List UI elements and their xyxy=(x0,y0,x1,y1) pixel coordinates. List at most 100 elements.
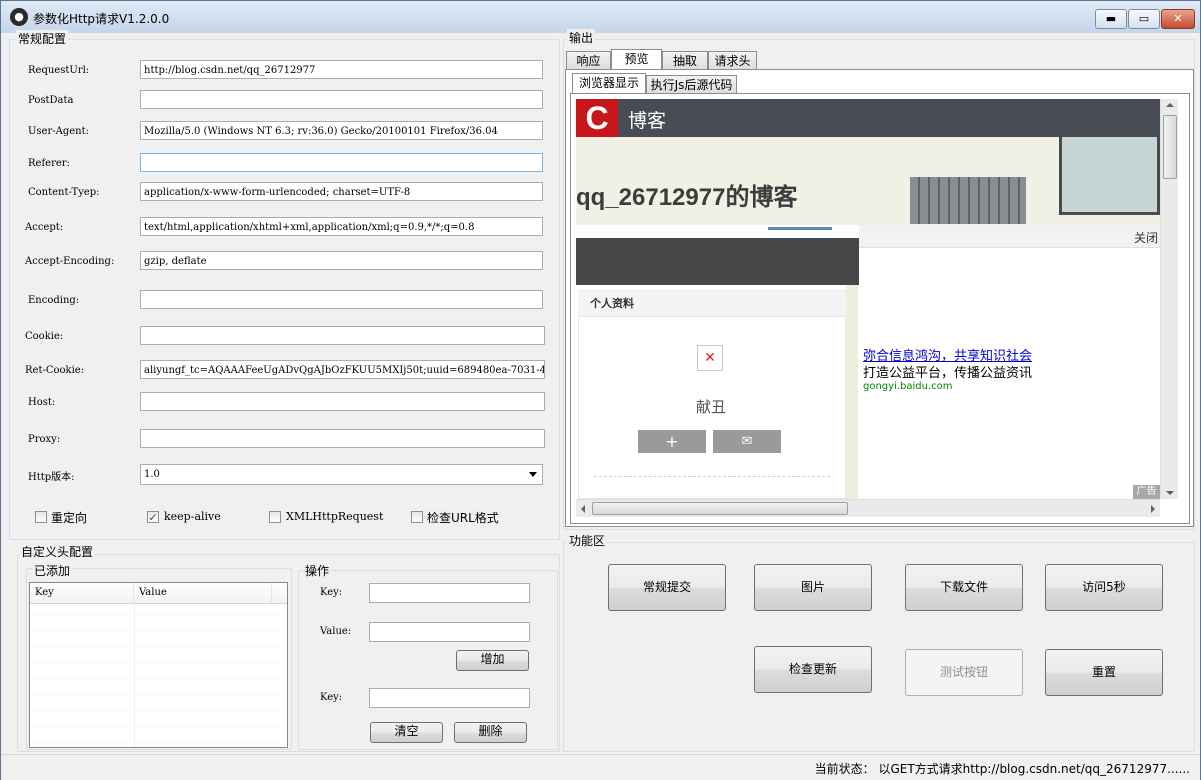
ops-label: 操作 xyxy=(303,562,332,579)
tab-extract[interactable]: 抽取 xyxy=(662,51,708,70)
ret-cookie-input[interactable]: aliyungf_tc=AQAAAFeeUgADvQgAJbOzFKUU5MXI… xyxy=(140,360,545,379)
ad-close-bar xyxy=(859,225,1160,248)
ad-close-link[interactable]: 关闭 xyxy=(1134,229,1158,246)
status-bar: 当前状态： 以GET方式请求http://blog.csdn.net/qq_26… xyxy=(1,754,1200,780)
redirect-checkbox[interactable] xyxy=(35,511,47,523)
maximize-button[interactable]: ▭ xyxy=(1128,9,1160,29)
request-url-label: RequestUrl: xyxy=(28,65,90,76)
host-input[interactable] xyxy=(140,392,545,411)
content-type-input[interactable]: application/x-www-form-urlencoded; chars… xyxy=(140,182,543,201)
delete-button[interactable]: 删除 xyxy=(454,722,527,743)
general-config-label: 常规配置 xyxy=(16,30,69,47)
keep-alive-label: keep-alive xyxy=(164,510,221,523)
column-divider xyxy=(134,603,135,747)
proxy-label: Proxy: xyxy=(28,434,61,445)
subtab-js-source[interactable]: 执行Js后源代码 xyxy=(646,75,737,94)
scroll-up-icon[interactable] xyxy=(1166,103,1174,107)
csdn-logo[interactable]: C xyxy=(576,99,618,137)
added-label: 已添加 xyxy=(32,562,73,579)
ret-cookie-label: Ret-Cookie: xyxy=(25,365,85,376)
post-data-label: PostData xyxy=(28,95,74,106)
reset-button[interactable]: 重置 xyxy=(1045,649,1163,696)
vertical-scroll-thumb[interactable] xyxy=(1163,115,1177,179)
cookie-label: Cookie: xyxy=(25,331,64,342)
keep-alive-checkbox[interactable]: ✓ xyxy=(147,511,159,523)
scroll-left-icon[interactable] xyxy=(581,505,585,513)
nav-bar xyxy=(576,238,859,285)
csdn-brand[interactable]: 博客 xyxy=(628,106,666,133)
broken-image-icon[interactable]: ✕ xyxy=(697,345,723,371)
status-text: 当前状态： 以GET方式请求http://blog.csdn.net/qq_26… xyxy=(814,762,1190,776)
accept-input[interactable]: text/html,application/xhtml+xml,applicat… xyxy=(140,217,543,236)
close-button[interactable]: ✕ xyxy=(1161,9,1195,29)
normal-submit-button[interactable]: 常规提交 xyxy=(608,564,726,611)
window-title: 参数化Http请求V1.2.0.0 xyxy=(33,12,170,26)
http-version-value: 1.0 xyxy=(144,469,160,480)
browser-horizontal-scrollbar[interactable] xyxy=(576,499,1160,517)
visit-5s-button[interactable]: 访问5秒 xyxy=(1045,564,1163,611)
proxy-input[interactable] xyxy=(140,429,545,448)
content-type-label: Content-Tyep: xyxy=(28,187,100,198)
tab-response[interactable]: 响应 xyxy=(566,51,611,70)
post-data-input[interactable] xyxy=(140,90,543,109)
user-agent-label: User-Agent: xyxy=(28,126,90,137)
check-url-checkbox[interactable] xyxy=(411,511,423,523)
delete-key-input[interactable] xyxy=(369,688,530,708)
browser-view[interactable]: C 博客 qq_26712977的博客 关闭 个人资料 ✕ 献丑 + ✉ 弥合信… xyxy=(576,99,1160,499)
cookie-input[interactable] xyxy=(140,326,545,345)
banner-servers-image xyxy=(910,177,1026,224)
referer-input[interactable] xyxy=(140,153,543,172)
column-key[interactable]: Key xyxy=(30,583,134,603)
banner-monitor-image xyxy=(1059,137,1160,215)
header-value-label: Value: xyxy=(320,626,352,637)
browser-vertical-scrollbar[interactable] xyxy=(1160,99,1178,499)
tab-preview[interactable]: 预览 xyxy=(611,49,662,70)
check-update-button[interactable]: 检查更新 xyxy=(754,646,872,693)
accept-label: Accept: xyxy=(25,222,64,233)
http-version-label: Http版本: xyxy=(28,472,75,483)
ad-badge: 广告 xyxy=(1133,485,1160,499)
follow-plus-icon[interactable]: + xyxy=(638,430,706,453)
request-url-input[interactable]: http://blog.csdn.net/qq_26712977 xyxy=(140,60,543,79)
encoding-label: Encoding: xyxy=(28,295,80,306)
test-button[interactable]: 测试按钮 xyxy=(905,649,1023,696)
horizontal-scroll-thumb[interactable] xyxy=(592,502,848,515)
add-header-button[interactable]: 增加 xyxy=(456,650,529,671)
user-agent-input[interactable]: Mozilla/5.0 (Windows NT 6.3; rv:36.0) Ge… xyxy=(140,121,543,140)
chevron-down-icon xyxy=(529,472,537,477)
clear-button[interactable]: 清空 xyxy=(370,722,443,743)
accept-encoding-label: Accept-Encoding: xyxy=(25,256,115,267)
image-button[interactable]: 图片 xyxy=(754,564,872,611)
minimize-button[interactable]: ▬ xyxy=(1095,9,1127,29)
profile-username[interactable]: 献丑 xyxy=(696,396,726,417)
headers-list-header: Key Value xyxy=(30,583,287,604)
http-version-select[interactable]: 1.0 xyxy=(140,464,543,485)
download-file-button[interactable]: 下载文件 xyxy=(905,564,1023,611)
blog-title[interactable]: qq_26712977的博客 xyxy=(576,177,797,212)
check-url-label: 检查URL格式 xyxy=(427,511,499,525)
app-window: ● 参数化Http请求V1.2.0.0 ▬ ▭ ✕ 常规配置 RequestUr… xyxy=(0,0,1201,780)
headers-list[interactable]: Key Value xyxy=(29,582,288,748)
profile-divider xyxy=(594,476,830,477)
app-globe-icon: ● xyxy=(10,8,28,26)
header-key-input[interactable] xyxy=(369,583,530,603)
redirect-label: 重定向 xyxy=(51,511,88,525)
encoding-input[interactable] xyxy=(140,290,543,309)
header-value-input[interactable] xyxy=(369,622,530,642)
referer-label: Referer: xyxy=(28,158,70,169)
message-mail-icon[interactable]: ✉ xyxy=(713,430,781,453)
delete-key-label: Key: xyxy=(320,692,343,703)
header-key-label: Key: xyxy=(320,587,343,598)
xmlhttprequest-checkbox[interactable] xyxy=(269,511,281,523)
ad-url[interactable]: gongyi.baidu.com xyxy=(863,381,953,392)
scroll-down-icon[interactable] xyxy=(1166,491,1174,495)
tab-request-headers[interactable]: 请求头 xyxy=(708,51,757,70)
accept-encoding-input[interactable]: gzip, deflate xyxy=(140,251,543,270)
function-area-label: 功能区 xyxy=(567,532,608,549)
column-value[interactable]: Value xyxy=(134,583,272,603)
output-label: 输出 xyxy=(567,29,596,46)
scroll-right-icon[interactable] xyxy=(1151,505,1155,513)
profile-panel xyxy=(578,289,846,499)
subtab-browser[interactable]: 浏览器显示 xyxy=(572,73,646,94)
title-bar: ● 参数化Http请求V1.2.0.0 ▬ ▭ ✕ xyxy=(1,1,1200,33)
